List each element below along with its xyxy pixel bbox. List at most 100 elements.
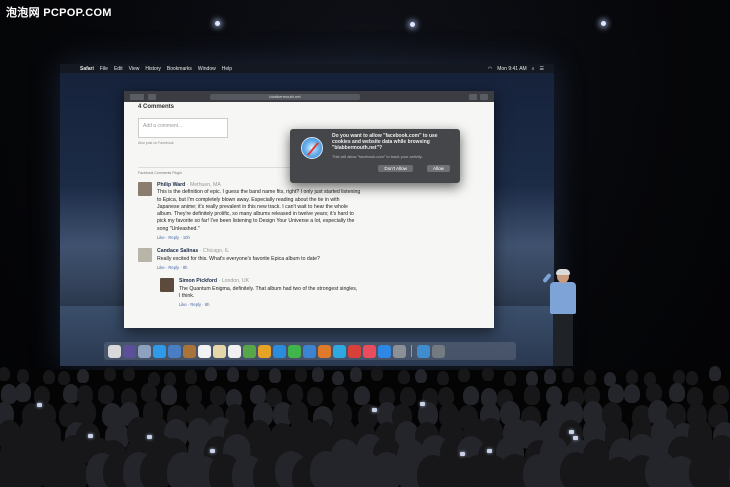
presenter bbox=[542, 269, 584, 370]
dock-app-icon[interactable] bbox=[258, 344, 271, 358]
phone-screen bbox=[210, 449, 216, 454]
phone-screen bbox=[459, 452, 465, 457]
presenter-shirt bbox=[550, 282, 576, 314]
menu-item-file[interactable]: File bbox=[100, 66, 108, 72]
dock-app-icon[interactable] bbox=[228, 344, 241, 358]
dock-app-icon[interactable] bbox=[243, 344, 256, 358]
clock[interactable]: Mon 9:41 AM bbox=[497, 66, 526, 72]
comment-actions[interactable]: Like · Reply · 10h bbox=[157, 234, 362, 241]
dock-app-icon[interactable] bbox=[288, 344, 301, 358]
dock-app-icon[interactable] bbox=[168, 344, 181, 358]
avatar[interactable] bbox=[138, 248, 152, 263]
dock-separator bbox=[411, 345, 412, 357]
safari-compass-icon bbox=[301, 137, 323, 159]
dont-allow-button[interactable]: Don't Allow bbox=[378, 165, 414, 172]
dock bbox=[104, 342, 516, 360]
presenter-arm bbox=[542, 272, 552, 284]
dock-app-icon[interactable] bbox=[123, 344, 136, 358]
audience-head bbox=[583, 370, 596, 385]
comment-author[interactable]: Simon Pickford bbox=[179, 278, 217, 284]
audience-head bbox=[209, 385, 226, 405]
comment-count: 4 Comments bbox=[138, 104, 175, 110]
dock-app-icon[interactable] bbox=[378, 344, 391, 358]
audience-head bbox=[227, 367, 240, 382]
dock-app-icon[interactable] bbox=[198, 344, 211, 358]
sidebar-button[interactable] bbox=[148, 93, 156, 100]
tabs-button[interactable] bbox=[480, 93, 488, 100]
audience-head bbox=[370, 366, 383, 381]
audience-head bbox=[544, 369, 557, 384]
safari-toolbar: blabbermouth.net bbox=[124, 91, 494, 102]
comment-actions[interactable]: Like · Reply · 8h bbox=[179, 301, 359, 308]
menu-item-view[interactable]: View bbox=[129, 66, 140, 72]
phone-screen bbox=[573, 436, 579, 441]
presenter-legs bbox=[553, 314, 573, 366]
dialog-subtitle: This will allow "facebook.com" to track … bbox=[332, 154, 423, 159]
comment-author[interactable]: Philip Ward bbox=[157, 182, 185, 188]
audience-head bbox=[526, 371, 539, 386]
audience-head bbox=[295, 367, 308, 382]
phone-screen bbox=[420, 402, 426, 407]
wifi-icon[interactable]: ◠ bbox=[488, 66, 492, 72]
audience-head bbox=[463, 386, 480, 406]
ceiling-light bbox=[215, 21, 220, 26]
audience-head bbox=[160, 385, 177, 405]
dock-app-icon[interactable] bbox=[303, 344, 316, 358]
address-bar[interactable]: blabbermouth.net bbox=[210, 93, 360, 100]
phone-screen bbox=[37, 402, 43, 407]
keynote-stage: 泡泡网 PCPOP.COM Safari File Edit View Hist… bbox=[0, 0, 730, 487]
menu-item-window[interactable]: Window bbox=[198, 66, 216, 72]
audience-head bbox=[354, 385, 371, 405]
dock-app-icon[interactable] bbox=[432, 344, 445, 358]
audience-head bbox=[0, 366, 10, 382]
audience-head bbox=[686, 370, 699, 386]
watermark: 泡泡网 PCPOP.COM bbox=[6, 7, 112, 19]
dock-app-icon[interactable] bbox=[138, 344, 151, 358]
dock-app-icon[interactable] bbox=[348, 344, 361, 358]
audience-head bbox=[42, 369, 55, 384]
dock-app-icon[interactable] bbox=[213, 344, 226, 358]
audience-head bbox=[247, 366, 260, 382]
audience-head bbox=[185, 369, 198, 384]
share-button[interactable] bbox=[469, 93, 477, 100]
dock-app-icon[interactable] bbox=[363, 344, 376, 358]
notification-center-icon[interactable]: ☰ bbox=[540, 66, 544, 72]
avatar[interactable] bbox=[138, 182, 152, 196]
comment-actions[interactable]: Like · Reply · 8h bbox=[157, 264, 362, 271]
audience-head bbox=[458, 367, 471, 382]
audience-head bbox=[669, 383, 686, 403]
add-comment-input[interactable]: Add a comment... bbox=[138, 118, 228, 138]
phone-screen bbox=[87, 433, 93, 438]
comment-location: London, UK bbox=[221, 278, 250, 285]
audience-head bbox=[57, 370, 70, 386]
dock-app-icon[interactable] bbox=[273, 344, 286, 358]
dock-app-icon[interactable] bbox=[333, 344, 346, 358]
menu-item-edit[interactable]: Edit bbox=[114, 66, 123, 72]
audience-head bbox=[76, 400, 97, 425]
safari-window: blabbermouth.net 4 Comments Add a commen… bbox=[124, 91, 494, 328]
phone-screen bbox=[147, 435, 153, 440]
audience bbox=[0, 366, 730, 487]
ceiling-light bbox=[601, 21, 606, 26]
audience-head bbox=[97, 385, 114, 405]
dock-app-icon[interactable] bbox=[108, 344, 121, 358]
dock-app-icon[interactable] bbox=[393, 344, 406, 358]
dock-app-icon[interactable] bbox=[417, 344, 430, 358]
dock-app-icon[interactable] bbox=[183, 344, 196, 358]
audience-head bbox=[415, 368, 428, 384]
comment-location: Methuen, MA bbox=[189, 182, 221, 188]
avatar[interactable] bbox=[160, 278, 174, 293]
dock-app-icon[interactable] bbox=[318, 344, 331, 358]
back-forward-button[interactable] bbox=[130, 93, 144, 100]
comment: Philip Ward · Methuen, MA This is the de… bbox=[138, 182, 480, 241]
spotlight-icon[interactable]: ⌕ bbox=[532, 66, 535, 72]
allow-button[interactable]: Allow bbox=[427, 165, 450, 172]
comment-reply: Simon Pickford · London, UK The Quantum … bbox=[160, 278, 480, 308]
comment-author[interactable]: Candace Salinas bbox=[157, 248, 198, 254]
menu-item-history[interactable]: History bbox=[145, 66, 161, 72]
dock-app-icon[interactable] bbox=[153, 344, 166, 358]
ceiling-light bbox=[410, 22, 415, 27]
menu-app-name[interactable]: Safari bbox=[80, 66, 94, 72]
menu-item-bookmarks[interactable]: Bookmarks bbox=[167, 66, 192, 72]
menu-item-help[interactable]: Help bbox=[222, 66, 232, 72]
